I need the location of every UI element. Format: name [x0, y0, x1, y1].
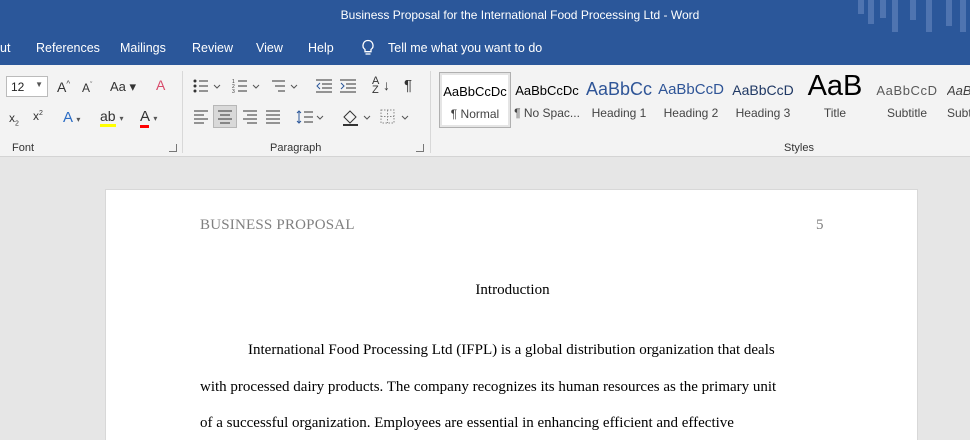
style-preview: AaBbCcD [658, 81, 724, 98]
sort-icon[interactable]: AZ [372, 76, 379, 96]
svg-text:3: 3 [232, 89, 235, 94]
style-preview: AaBbCcD [876, 83, 938, 98]
bullets-icon[interactable] [193, 78, 223, 94]
tab-references[interactable]: References [36, 41, 100, 55]
style-subtitle[interactable]: AaBbCcD Subtitle [871, 72, 943, 128]
style-no-spacing[interactable]: AaBbCcDc ¶ No Spac... [511, 72, 583, 128]
style-preview: AaBl [947, 83, 970, 98]
style-name: ¶ Normal [450, 107, 500, 121]
style-preview: AaBbCc [585, 79, 653, 99]
running-header: BUSINESS PROPOSAL [200, 217, 355, 233]
tab-help[interactable]: Help [308, 41, 334, 55]
borders-icon[interactable] [380, 109, 412, 125]
style-preview: AaBbCcDc [443, 84, 507, 99]
numbering-icon[interactable]: 1 2 3 [232, 78, 262, 94]
style-name: Title [823, 106, 847, 120]
section-heading: Introduction [475, 282, 550, 298]
document-page[interactable]: BUSINESS PROPOSAL 5 Introduction Interna… [105, 189, 918, 440]
font-group-label: Font [12, 142, 35, 154]
tab-view[interactable]: View [256, 41, 283, 55]
shading-icon[interactable] [341, 108, 373, 126]
style-title[interactable]: AaB Title [799, 72, 871, 128]
tab-mailings[interactable]: Mailings [120, 41, 166, 55]
style-name: Heading 3 [735, 106, 791, 120]
style-name: Heading 2 [663, 106, 719, 120]
paragraph-group-label: Paragraph [270, 142, 322, 154]
style-normal[interactable]: AaBbCcDc ¶ Normal [439, 72, 511, 128]
shrink-font-icon[interactable]: Aˇ [82, 82, 92, 94]
chevron-down-icon: ▼ [35, 80, 43, 89]
superscript-icon[interactable]: x2 [33, 110, 43, 122]
ribbon: 12 ▼ A^ Aˇ Aa ▾ A x2 x2 A ▾ ab ▾ A ▾ Fon… [0, 65, 970, 157]
body-line: International Food Processing Ltd (IFPL)… [248, 342, 775, 358]
align-left-icon[interactable] [193, 110, 209, 124]
align-center-icon [218, 110, 232, 124]
style-heading-1[interactable]: AaBbCc Heading 1 [583, 72, 655, 128]
font-size-value: 12 [11, 80, 25, 94]
font-color-icon[interactable]: A ▾ [140, 108, 157, 128]
subscript-icon[interactable]: x2 [9, 112, 19, 128]
show-formatting-marks-icon[interactable]: ¶ [404, 78, 412, 93]
change-case-icon[interactable]: Aa ▾ [110, 80, 136, 93]
body-paragraph[interactable]: International Food Processing Ltd (IFPL)… [200, 332, 840, 440]
group-divider [182, 71, 183, 153]
body-line: with processed dairy products. The compa… [200, 378, 777, 395]
increase-indent-icon[interactable] [339, 78, 357, 94]
text-effects-icon[interactable]: A ▾ [63, 110, 80, 125]
font-dialog-launcher-icon[interactable] [169, 144, 177, 152]
style-preview: AaBbCcD [732, 82, 794, 98]
align-center-button[interactable] [213, 105, 237, 128]
ribbon-tabs: ut References Mailings Review View Help … [0, 32, 970, 65]
font-size-select[interactable]: 12 ▼ [6, 76, 48, 97]
title-bar-decoration [850, 0, 970, 32]
align-right-icon[interactable] [242, 110, 258, 124]
style-name: Heading 1 [591, 106, 647, 120]
line-spacing-icon[interactable] [296, 109, 326, 125]
window-title: Business Proposal for the International … [340, 8, 700, 22]
title-bar: Business Proposal for the International … [0, 0, 970, 32]
multilevel-list-icon[interactable] [270, 78, 300, 94]
lightbulb-icon[interactable] [360, 39, 376, 57]
style-subtle-emphasis[interactable]: AaBl Subt [943, 72, 970, 128]
sort-arrow-icon: ↓ [383, 77, 390, 93]
style-heading-3[interactable]: AaBbCcD Heading 3 [727, 72, 799, 128]
clear-formatting-icon[interactable]: A [156, 78, 165, 92]
tab-review[interactable]: Review [192, 41, 233, 55]
document-area[interactable]: BUSINESS PROPOSAL 5 Introduction Interna… [0, 157, 970, 440]
style-preview: AaB [807, 72, 863, 102]
decrease-indent-icon[interactable] [315, 78, 333, 94]
tab-layout[interactable]: ut [0, 41, 10, 55]
group-divider [430, 71, 431, 153]
grow-font-icon[interactable]: A^ [57, 80, 70, 94]
body-line: of a successful organization. Employees … [200, 415, 734, 431]
page-number: 5 [816, 217, 824, 233]
style-heading-2[interactable]: AaBbCcD Heading 2 [655, 72, 727, 128]
style-preview: AaBbCcDc [515, 83, 579, 98]
style-name: ¶ No Spac... [514, 106, 580, 120]
tell-me-search[interactable]: Tell me what you want to do [388, 41, 542, 55]
justify-icon[interactable] [265, 110, 281, 124]
style-name: Subtitle [886, 106, 928, 120]
paragraph-dialog-launcher-icon[interactable] [416, 144, 424, 152]
styles-group-label: Styles [784, 142, 814, 154]
highlight-icon[interactable]: ab ▾ [100, 108, 123, 127]
style-name: Subt [947, 106, 970, 120]
